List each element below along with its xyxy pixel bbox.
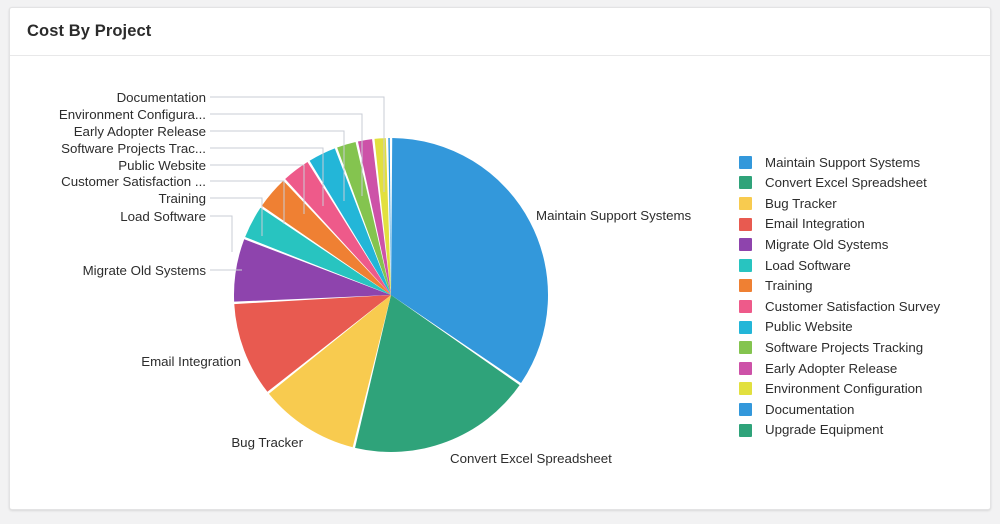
pie-slice-label: Bug Tracker — [231, 435, 303, 450]
callout-leader-line — [210, 215, 233, 252]
legend-item-label: Bug Tracker — [765, 195, 837, 211]
pie-slice-label: Migrate Old Systems — [83, 263, 207, 278]
pie-slice-label: Maintain Support Systems — [536, 208, 692, 223]
pie-slice-label: Load Software — [120, 209, 206, 224]
legend-item[interactable]: Load Software — [739, 255, 989, 276]
legend-item[interactable]: Software Projects Tracking — [739, 337, 989, 358]
legend-item-label: Migrate Old Systems — [765, 237, 889, 253]
legend-color-swatch — [739, 423, 752, 437]
legend-item[interactable]: Environment Configuration — [739, 379, 989, 400]
pie-slice-label: Training — [158, 191, 206, 206]
legend-item[interactable]: Convert Excel Spreadsheet — [739, 173, 989, 194]
legend-item-label: Convert Excel Spreadsheet — [765, 175, 927, 191]
legend-item-label: Load Software — [765, 257, 851, 273]
legend-item[interactable]: Training — [739, 276, 989, 297]
legend-item[interactable]: Bug Tracker — [739, 193, 989, 214]
legend-item[interactable]: Maintain Support Systems — [739, 152, 989, 173]
chart-legend: Maintain Support Systems Convert Excel Sp… — [739, 152, 989, 440]
pie-slice-label: Early Adopter Release — [74, 124, 206, 139]
screenshot-root: Cost By Project Documentation Environment… — [0, 0, 1000, 524]
legend-item[interactable]: Public Website — [739, 317, 989, 338]
legend-item-label: Maintain Support Systems — [765, 154, 921, 170]
legend-color-swatch — [739, 320, 752, 334]
legend-item[interactable]: Upgrade Equipment — [739, 420, 989, 441]
pie-slice-label: Public Website — [118, 158, 206, 173]
legend-item[interactable]: Migrate Old Systems — [739, 234, 989, 255]
legend-item-label: Training — [765, 278, 813, 294]
legend-color-swatch — [739, 299, 752, 313]
card-header: Cost By Project — [10, 8, 990, 56]
legend-item-label: Software Projects Tracking — [765, 339, 924, 355]
pie-slice-label: Convert Excel Spreadsheet — [450, 451, 612, 466]
legend-color-swatch — [739, 238, 752, 252]
legend-item[interactable]: Documentation — [739, 399, 989, 420]
legend-color-swatch — [739, 279, 752, 293]
pie-slices-group — [233, 138, 549, 452]
legend-item-label: Environment Configuration — [765, 381, 923, 397]
pie-slice-label: Environment Configura... — [59, 107, 206, 122]
legend-item-label: Upgrade Equipment — [765, 422, 884, 438]
pie-slice-label: Documentation — [117, 90, 206, 105]
legend-item-label: Customer Satisfaction Survey — [765, 298, 941, 314]
legend-color-swatch — [739, 382, 752, 396]
legend-item[interactable]: Early Adopter Release — [739, 358, 989, 379]
legend-color-swatch — [739, 176, 752, 190]
legend-color-swatch — [739, 341, 752, 355]
legend-color-swatch — [739, 217, 752, 231]
pie-chart-area: Documentation Environment Configura... Ear… — [10, 56, 990, 510]
legend-item-label: Public Website — [765, 319, 853, 335]
legend-item-label: Early Adopter Release — [765, 360, 898, 376]
legend-item[interactable]: Email Integration — [739, 214, 989, 235]
legend-item[interactable]: Customer Satisfaction Survey — [739, 296, 989, 317]
pie-slice-label: Software Projects Trac... — [61, 141, 206, 156]
pie-slice-label: Customer Satisfaction ... — [61, 174, 206, 189]
legend-color-swatch — [739, 155, 752, 169]
legend-item-label: Documentation — [765, 401, 855, 417]
legend-color-swatch — [739, 258, 752, 272]
legend-color-swatch — [739, 361, 752, 375]
cost-by-project-card: Cost By Project Documentation Environment… — [9, 7, 991, 510]
legend-color-swatch — [739, 196, 752, 210]
legend-item-label: Email Integration — [765, 216, 865, 232]
page-title: Cost By Project — [27, 22, 152, 40]
pie-slice-label: Email Integration — [141, 354, 241, 369]
legend-color-swatch — [739, 402, 752, 416]
